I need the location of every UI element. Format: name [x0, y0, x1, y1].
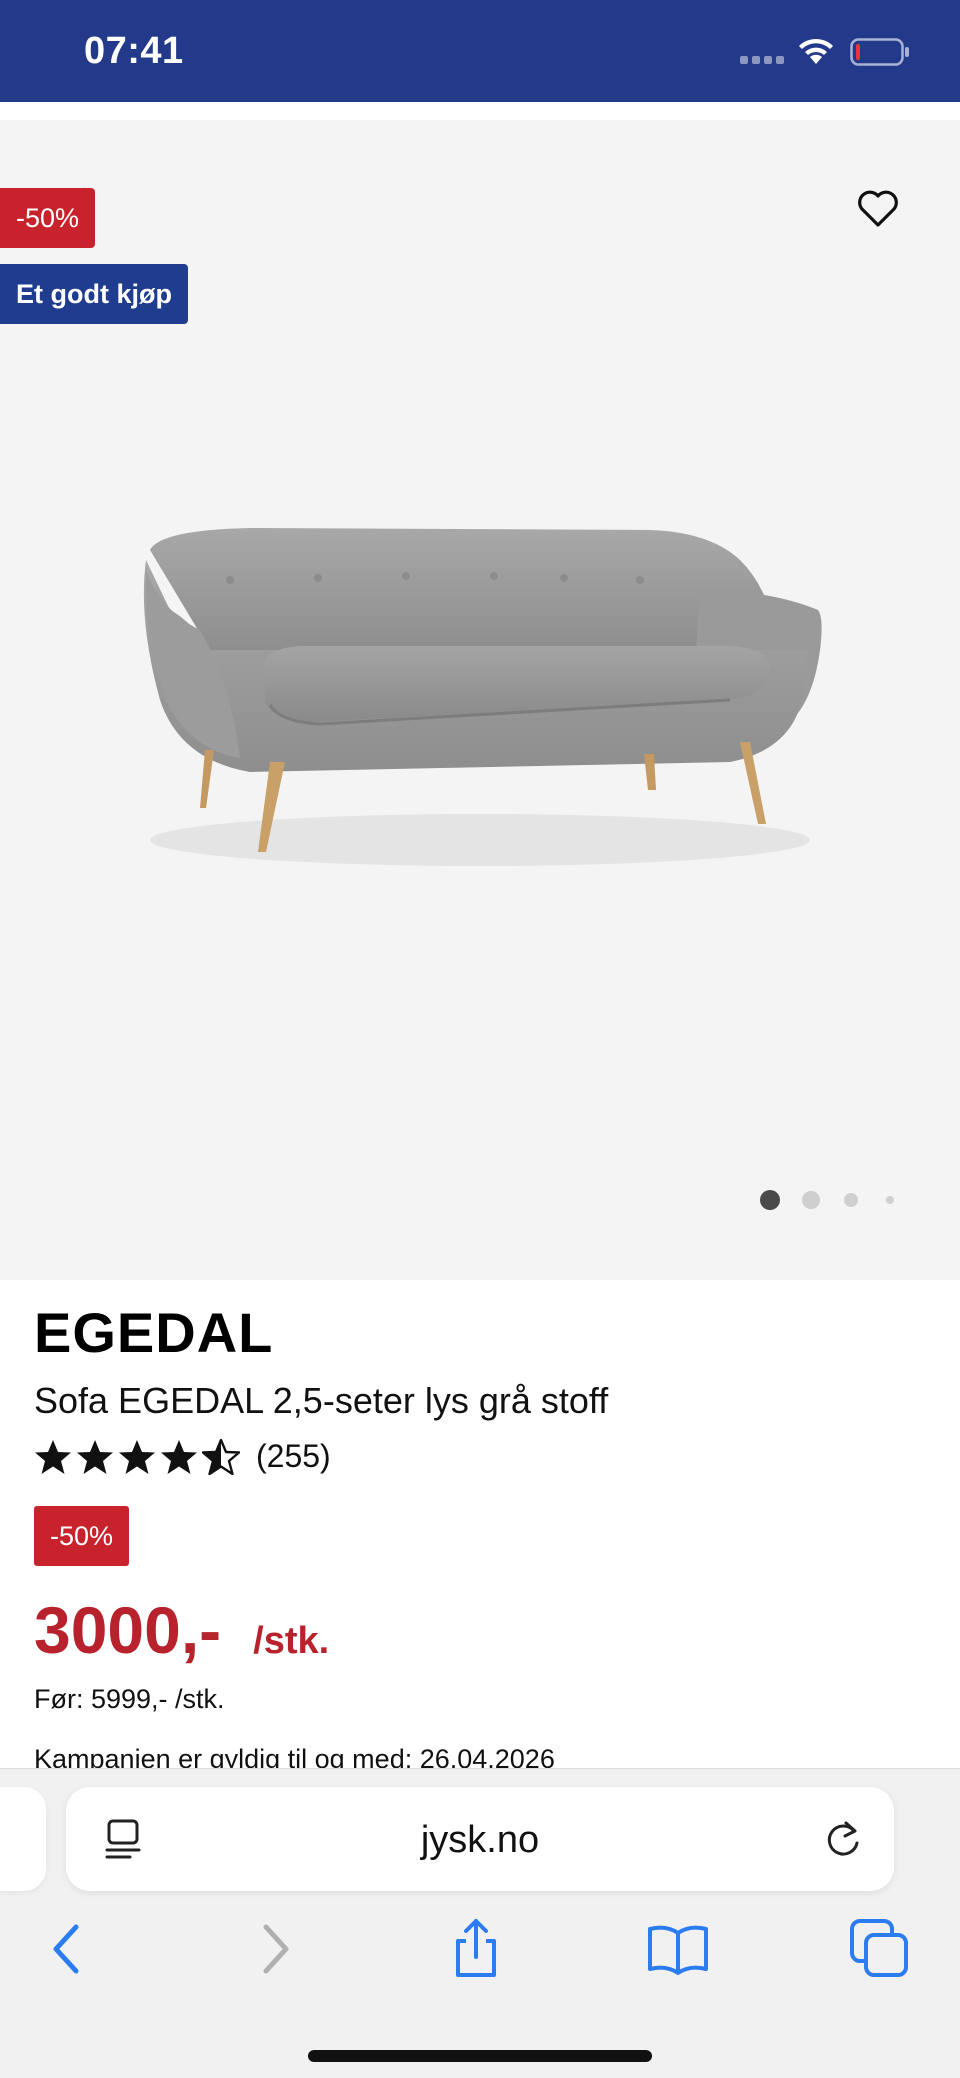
- status-time: 07:41: [84, 30, 184, 72]
- price-discount-badge: -50%: [34, 1506, 130, 1566]
- product-image-gallery[interactable]: -50% Et godt kjøp: [0, 120, 960, 1280]
- browser-toolbar: [0, 1917, 960, 2009]
- wifi-icon: [799, 38, 833, 64]
- star-filled-icon: [161, 1439, 197, 1474]
- previous-price: Før: 5999,- /stk.: [34, 1684, 225, 1714]
- pagination-dot[interactable]: [886, 1196, 894, 1204]
- browser-chrome: jysk.no: [0, 1768, 960, 2078]
- rating-count: (255): [256, 1438, 331, 1474]
- book-icon[interactable]: [646, 1917, 710, 1981]
- gallery-pagination: [760, 1190, 894, 1210]
- good-buy-badge: Et godt kjøp: [0, 264, 188, 324]
- share-icon[interactable]: [444, 1917, 508, 1981]
- discount-badge: -50%: [0, 188, 96, 248]
- rating-stars: [34, 1438, 240, 1475]
- header-separator: [0, 102, 960, 120]
- pagination-dot[interactable]: [844, 1193, 858, 1207]
- product-image: [143, 528, 822, 866]
- home-indicator: [308, 2050, 652, 2062]
- battery-low-icon: [850, 38, 909, 66]
- chevron-left-icon[interactable]: [36, 1917, 100, 1981]
- cellular-signal-icon: [740, 56, 784, 64]
- status-bar: 07:41: [0, 0, 960, 102]
- pagination-dot-active[interactable]: [760, 1190, 780, 1210]
- product-brand: EGEDAL: [34, 1301, 274, 1364]
- tabs-icon[interactable]: [848, 1917, 912, 1981]
- product-name: Sofa EGEDAL 2,5-seter lys grå stoff: [34, 1380, 609, 1421]
- address-bar[interactable]: jysk.no: [66, 1787, 894, 1891]
- price-unit: /stk.: [253, 1620, 330, 1662]
- reload-icon[interactable]: [822, 1817, 864, 1861]
- star-filled-icon: [77, 1439, 113, 1474]
- price-value: 3000,-: [34, 1593, 222, 1667]
- star-filled-icon: [119, 1439, 155, 1474]
- url-text: jysk.no: [420, 1819, 540, 1861]
- star-filled-icon: [35, 1439, 71, 1474]
- chevron-right-icon[interactable]: [242, 1917, 306, 1981]
- previous-tab-peek[interactable]: [0, 1787, 46, 1891]
- star-half-icon: [202, 1438, 240, 1475]
- product-price: 3000,- /stk.: [34, 1592, 329, 1668]
- pagination-dot[interactable]: [802, 1191, 820, 1209]
- product-rating[interactable]: (255): [34, 1438, 331, 1475]
- heart-icon[interactable]: [856, 188, 900, 228]
